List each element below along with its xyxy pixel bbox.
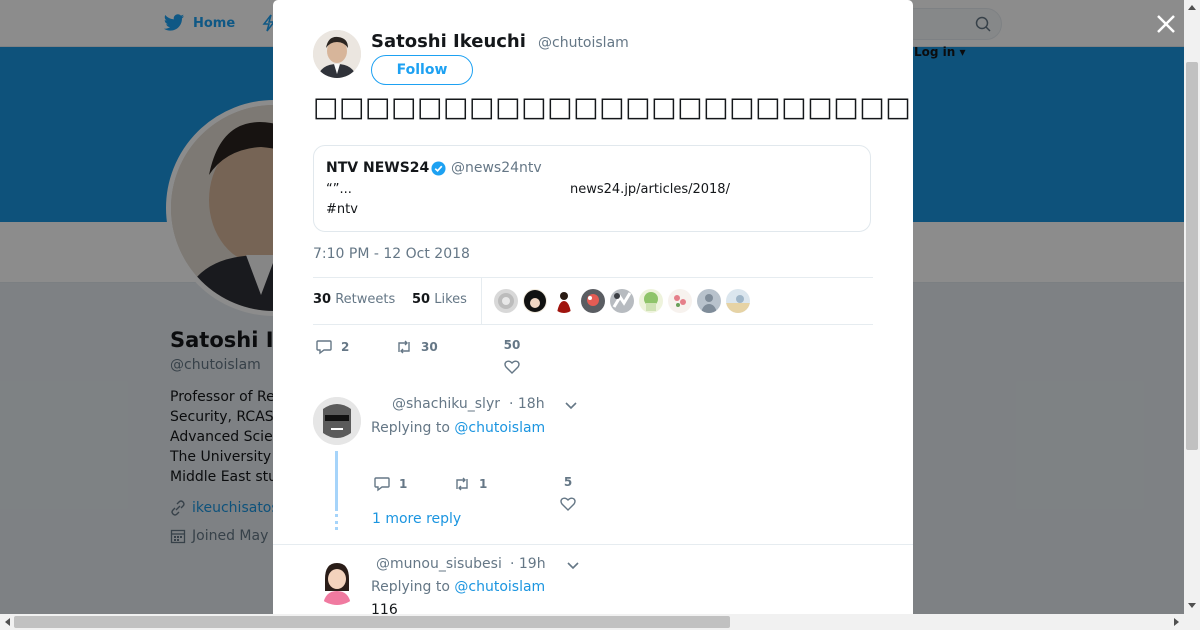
reply-avatar[interactable] [313, 557, 361, 605]
retweet-icon [456, 477, 468, 491]
replying-mention[interactable]: @chutoislam [454, 579, 545, 595]
scroll-left-arrow-icon[interactable] [3, 617, 11, 627]
author-handle[interactable]: @chutoislam [538, 35, 629, 51]
quoted-tweet[interactable]: NTV NEWS24 @news24ntv “”... news24.jp/ar… [313, 145, 871, 232]
tweet-text: □□□□□□□□□□□□□□□□□□□□□□□□□□□□□□□□□□□□100□… [313, 92, 913, 123]
retweets-label: Retweets [335, 292, 396, 307]
reply-count: 1 [399, 477, 408, 491]
chevron-down-icon[interactable] [567, 562, 579, 570]
reply-icon [316, 340, 332, 355]
reply-count: 2 [341, 340, 350, 354]
reply-handle[interactable]: @munou_sisubesi [376, 556, 502, 572]
reply-time[interactable]: · 18h [509, 396, 545, 412]
chevron-down-icon[interactable] [565, 402, 577, 410]
replying-mention[interactable]: @chutoislam [454, 420, 545, 436]
like-count: 50 [503, 338, 521, 352]
liker-avatar[interactable] [639, 289, 663, 313]
retweet-icon [398, 340, 410, 354]
reply-context: Replying to @chutoislam [371, 420, 545, 436]
verified-badge-icon [431, 161, 446, 176]
likes-label: Likes [434, 292, 467, 307]
author-avatar[interactable] [313, 30, 361, 78]
tweet-timestamp[interactable]: 7:10 PM - 12 Oct 2018 [313, 246, 470, 262]
thread-dots [335, 514, 338, 530]
liker-avatar[interactable] [581, 289, 605, 313]
more-replies-link[interactable]: 1 more reply [372, 511, 461, 527]
retweet-count: 1 [479, 477, 488, 491]
liker-avatar[interactable] [523, 289, 547, 313]
scroll-down-arrow-icon[interactable] [1187, 602, 1197, 610]
reply-avatar-image [313, 397, 361, 445]
author-photo [313, 30, 361, 78]
replying-prefix: Replying to [371, 579, 450, 595]
thread-line [335, 451, 338, 511]
scroll-up-arrow-icon[interactable] [1187, 3, 1197, 11]
reply-context: Replying to @chutoislam [371, 579, 545, 595]
like-button[interactable]: 50 [503, 338, 521, 376]
quoted-text: “”... [326, 182, 352, 197]
quoted-author-name: NTV NEWS24 [326, 160, 430, 176]
likes-stat[interactable]: 50 Likes [412, 292, 467, 307]
retweets-count: 30 [313, 292, 332, 307]
tweet-modal: Satoshi Ikeuchi @chutoislam Follow □□□□□… [273, 0, 913, 614]
heart-icon [560, 497, 576, 511]
quoted-link[interactable]: news24.jp/articles/2018/ [570, 182, 730, 197]
liker-avatar[interactable] [726, 289, 750, 313]
reply-tweet[interactable]: @munou_sisubesi · 19h Replying to @chuto… [273, 545, 913, 614]
reply-button[interactable]: 2 [315, 338, 349, 356]
scroll-right-arrow-icon[interactable] [1173, 617, 1181, 627]
tweet-stats: 30 Retweets 50 Likes [313, 277, 873, 325]
close-icon[interactable] [1154, 12, 1178, 36]
stats-divider [481, 278, 482, 325]
liker-avatar[interactable] [494, 289, 518, 313]
like-button[interactable]: 5 [559, 475, 577, 513]
heart-icon [504, 360, 520, 374]
vertical-scrollbar-thumb[interactable] [1186, 62, 1198, 450]
reply-avatar-image [313, 557, 361, 605]
tweet-actions: 2 30 50 [313, 336, 873, 384]
reply-handle[interactable]: @shachiku_slyr [392, 396, 500, 412]
quoted-author-handle: @news24ntv [451, 160, 542, 176]
reply-button[interactable]: 1 [373, 475, 407, 493]
retweet-button[interactable]: 30 [395, 338, 438, 356]
horizontal-scrollbar-thumb[interactable] [14, 616, 730, 628]
author-name[interactable]: Satoshi Ikeuchi [371, 31, 526, 52]
reply-time[interactable]: · 19h [510, 556, 546, 572]
liker-avatar[interactable] [610, 289, 634, 313]
retweet-count: 30 [421, 340, 438, 354]
reply-avatar[interactable] [313, 397, 361, 445]
like-count: 5 [563, 475, 573, 489]
reply-text: 116 [371, 602, 398, 614]
liker-avatar[interactable] [552, 289, 576, 313]
replying-prefix: Replying to [371, 420, 450, 436]
liker-avatar[interactable] [668, 289, 692, 313]
reply-icon [374, 477, 390, 492]
quoted-hashtag[interactable]: #ntv [326, 202, 358, 217]
liker-avatar[interactable] [697, 289, 721, 313]
retweets-stat[interactable]: 30 Retweets [313, 292, 395, 307]
reply-tweet[interactable]: @shachiku_slyr · 18h Replying to @chutoi… [273, 385, 913, 545]
retweet-button[interactable]: 1 [453, 475, 487, 493]
likes-count: 50 [412, 292, 431, 307]
follow-button[interactable]: Follow [371, 55, 473, 85]
